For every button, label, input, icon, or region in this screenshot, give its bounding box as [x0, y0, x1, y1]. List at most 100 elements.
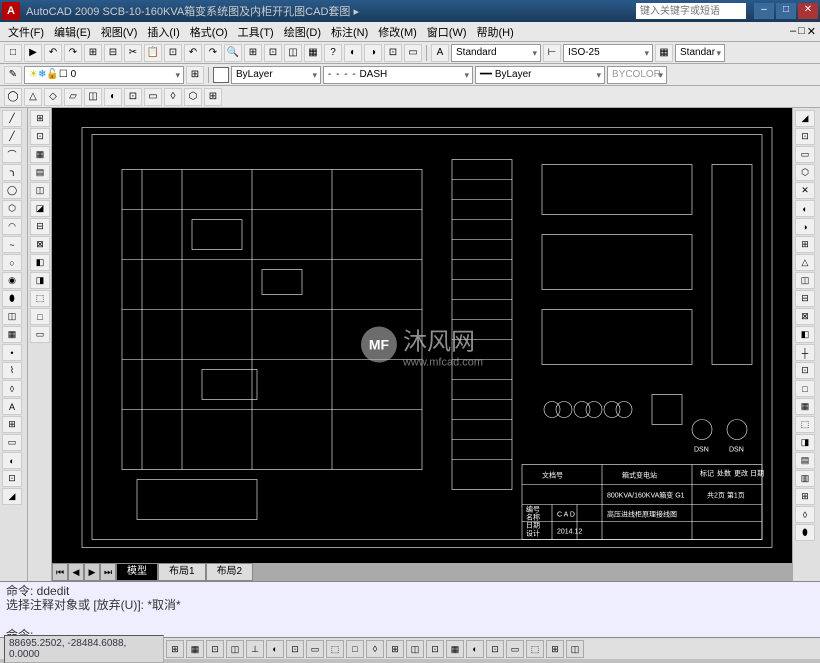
std-tool-7[interactable]: 📋: [144, 44, 162, 62]
draw2-tool-2[interactable]: ▦: [30, 146, 50, 163]
shape-tool-3[interactable]: ▱: [64, 88, 82, 106]
table-style-icon[interactable]: ▦: [655, 44, 673, 62]
draw-tool-11[interactable]: ◫: [2, 308, 22, 325]
modify-tool-12[interactable]: ◧: [795, 326, 815, 343]
status-toggle-6[interactable]: ⊡: [286, 640, 304, 658]
menu-file[interactable]: 文件(F): [4, 23, 48, 41]
shape-tool-2[interactable]: ◇: [44, 88, 62, 106]
modify-tool-20[interactable]: ▥: [795, 470, 815, 487]
layer-tools-icon[interactable]: ⊞: [186, 66, 204, 84]
modify-tool-0[interactable]: ◢: [795, 110, 815, 127]
modify-tool-13[interactable]: ┼: [795, 344, 815, 361]
modify-tool-19[interactable]: ▤: [795, 452, 815, 469]
status-toggle-5[interactable]: ◐: [266, 640, 284, 658]
status-toggle-20[interactable]: ◫: [566, 640, 584, 658]
help-search-input[interactable]: [636, 3, 746, 19]
draw2-tool-3[interactable]: ▤: [30, 164, 50, 181]
status-toggle-19[interactable]: ⊞: [546, 640, 564, 658]
menu-modify[interactable]: 修改(M): [374, 23, 421, 41]
status-toggle-3[interactable]: ◫: [226, 640, 244, 658]
shape-tool-7[interactable]: ▭: [144, 88, 162, 106]
dim-style-icon[interactable]: ⊢: [543, 44, 561, 62]
std-tool-8[interactable]: ⊡: [164, 44, 182, 62]
table-style-dropdown[interactable]: Standar: [675, 44, 725, 62]
draw-tool-17[interactable]: ⊞: [2, 416, 22, 433]
status-toggle-4[interactable]: ⊥: [246, 640, 264, 658]
draw-tool-4[interactable]: ◯: [2, 182, 22, 199]
draw-tool-8[interactable]: ○: [2, 254, 22, 271]
lineweight-dropdown[interactable]: ━━ ByLayer: [475, 66, 605, 84]
menu-edit[interactable]: 编辑(E): [50, 23, 95, 41]
std-tool-12[interactable]: ⊞: [244, 44, 262, 62]
std-tool-0[interactable]: □: [4, 44, 22, 62]
std-tool-18[interactable]: ◑: [364, 44, 382, 62]
draw2-tool-7[interactable]: ⊠: [30, 236, 50, 253]
modify-tool-17[interactable]: ⬚: [795, 416, 815, 433]
modify-tool-1[interactable]: ⊡: [795, 128, 815, 145]
text-style-dropdown[interactable]: Standard: [451, 44, 541, 62]
status-toggle-11[interactable]: ⊞: [386, 640, 404, 658]
status-toggle-1[interactable]: ▦: [186, 640, 204, 658]
shape-tool-6[interactable]: ⊡: [124, 88, 142, 106]
status-toggle-7[interactable]: ▭: [306, 640, 324, 658]
menu-insert[interactable]: 插入(I): [143, 23, 183, 41]
modify-tool-14[interactable]: ⊡: [795, 362, 815, 379]
modify-tool-11[interactable]: ⊠: [795, 308, 815, 325]
text-style-icon[interactable]: A: [431, 44, 449, 62]
maximize-button[interactable]: □: [776, 3, 796, 19]
shape-tool-10[interactable]: ⊞: [204, 88, 222, 106]
std-tool-11[interactable]: 🔍: [224, 44, 242, 62]
menu-window[interactable]: 窗口(W): [423, 23, 471, 41]
modify-tool-3[interactable]: ⬡: [795, 164, 815, 181]
modify-tool-8[interactable]: △: [795, 254, 815, 271]
draw-tool-1[interactable]: ╱: [2, 128, 22, 145]
modify-tool-2[interactable]: ▭: [795, 146, 815, 163]
draw-tool-0[interactable]: ╱: [2, 110, 22, 127]
draw-tool-2[interactable]: ⌒: [2, 146, 22, 163]
shape-tool-5[interactable]: ◐: [104, 88, 122, 106]
status-toggle-16[interactable]: ⊡: [486, 640, 504, 658]
modify-tool-9[interactable]: ◫: [795, 272, 815, 289]
std-tool-16[interactable]: ?: [324, 44, 342, 62]
drawing-canvas[interactable]: DSN DSN 箱式变电站 800KVA/160KVA箱变 G1 高压进线柜原理…: [52, 108, 792, 581]
draw-tool-14[interactable]: ⌇: [2, 362, 22, 379]
app-logo[interactable]: A: [2, 2, 20, 20]
menu-help[interactable]: 帮助(H): [473, 23, 518, 41]
draw-tool-6[interactable]: ◠: [2, 218, 22, 235]
layer-manager-icon[interactable]: ✎: [4, 66, 22, 84]
tab-layout2[interactable]: 布局2: [206, 563, 254, 581]
std-tool-13[interactable]: ⊡: [264, 44, 282, 62]
linetype-dropdown[interactable]: - - - - DASH: [323, 66, 473, 84]
shape-tool-4[interactable]: ◫: [84, 88, 102, 106]
std-tool-6[interactable]: ✂: [124, 44, 142, 62]
status-toggle-14[interactable]: ▦: [446, 640, 464, 658]
dim-style-dropdown[interactable]: ISO-25: [563, 44, 653, 62]
modify-tool-16[interactable]: ▦: [795, 398, 815, 415]
status-toggle-0[interactable]: ⊞: [166, 640, 184, 658]
layer-dropdown[interactable]: ☀❄🔓☐ 0: [24, 66, 184, 84]
std-tool-9[interactable]: ↶: [184, 44, 202, 62]
draw-tool-21[interactable]: ◢: [2, 488, 22, 505]
tab-first-icon[interactable]: ⏮: [52, 563, 68, 581]
shape-tool-1[interactable]: △: [24, 88, 42, 106]
draw-tool-3[interactable]: ר: [2, 164, 22, 181]
draw-tool-5[interactable]: ⬡: [2, 200, 22, 217]
shape-tool-9[interactable]: ⬡: [184, 88, 202, 106]
modify-tool-21[interactable]: ⊞: [795, 488, 815, 505]
modify-tool-7[interactable]: ⊞: [795, 236, 815, 253]
status-toggle-9[interactable]: □: [346, 640, 364, 658]
draw-tool-7[interactable]: ~: [2, 236, 22, 253]
shape-tool-8[interactable]: ◊: [164, 88, 182, 106]
status-toggle-13[interactable]: ⊡: [426, 640, 444, 658]
doc-minimize-icon[interactable]: –: [790, 25, 796, 38]
color-dropdown[interactable]: ByLayer: [231, 66, 321, 84]
status-toggle-17[interactable]: ▭: [506, 640, 524, 658]
coordinates-display[interactable]: 88695.2502, -28484.6088, 0.0000: [4, 635, 164, 663]
status-toggle-8[interactable]: ⬚: [326, 640, 344, 658]
std-tool-1[interactable]: ▶: [24, 44, 42, 62]
modify-tool-5[interactable]: ◐: [795, 200, 815, 217]
modify-tool-4[interactable]: ✕: [795, 182, 815, 199]
draw2-tool-5[interactable]: ◪: [30, 200, 50, 217]
plotstyle-dropdown[interactable]: BYCOLOR: [607, 66, 667, 84]
menu-draw[interactable]: 绘图(D): [280, 23, 325, 41]
